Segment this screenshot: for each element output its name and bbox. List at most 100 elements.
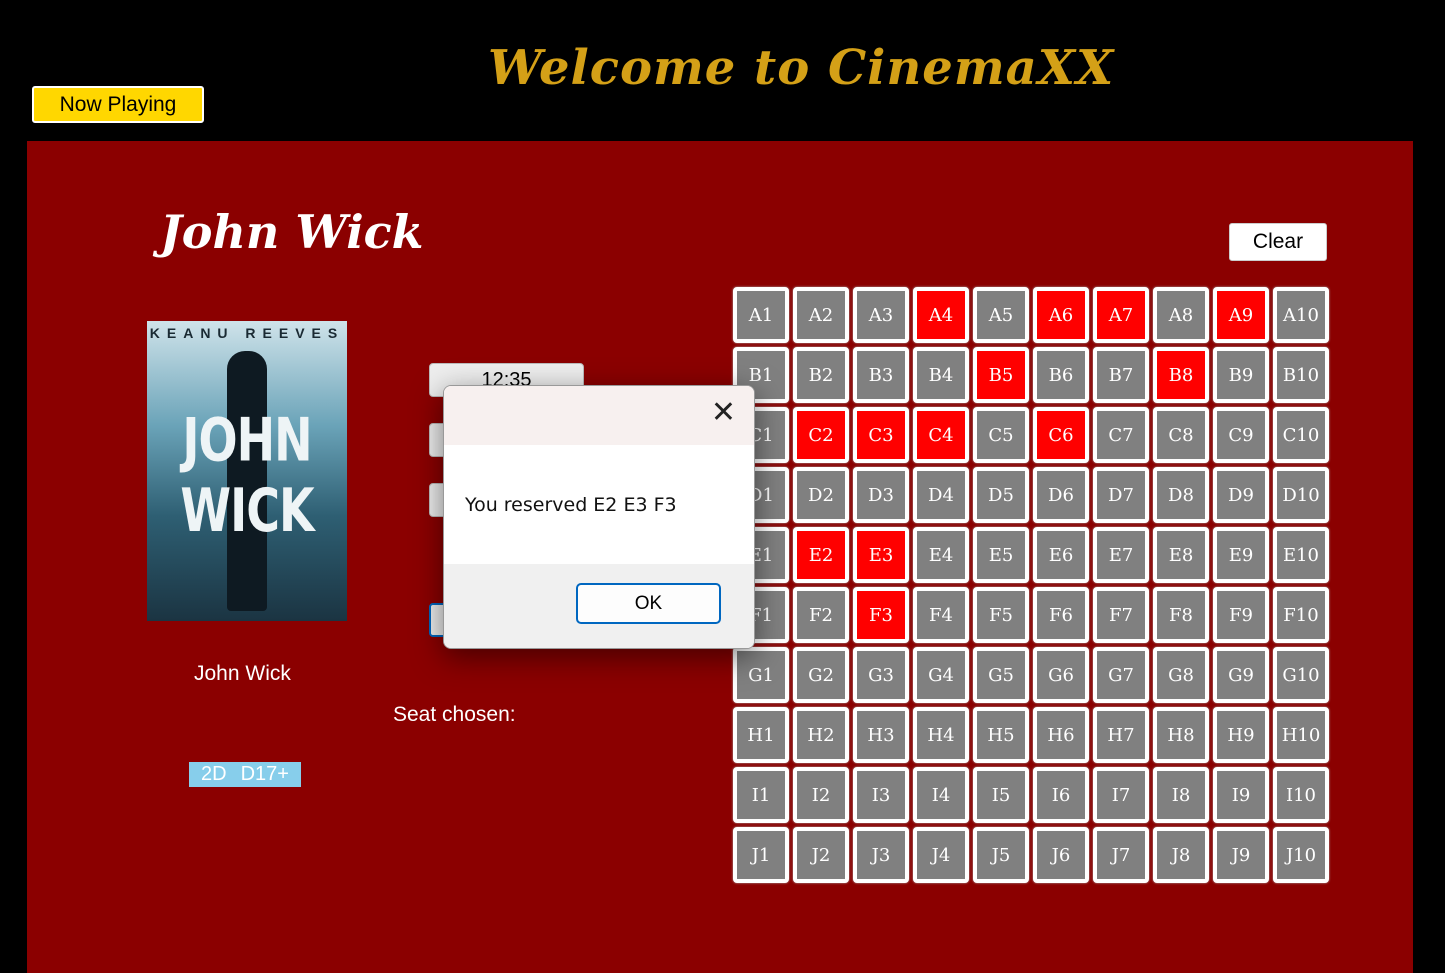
seat-C2[interactable]: C2: [793, 407, 849, 463]
seat-J10[interactable]: J10: [1273, 827, 1329, 883]
seat-F9[interactable]: F9: [1213, 587, 1269, 643]
seat-D9[interactable]: D9: [1213, 467, 1269, 523]
seat-E6[interactable]: E6: [1033, 527, 1089, 583]
seat-H6[interactable]: H6: [1033, 707, 1089, 763]
seat-A2[interactable]: A2: [793, 287, 849, 343]
seat-H9[interactable]: H9: [1213, 707, 1269, 763]
seat-J2[interactable]: J2: [793, 827, 849, 883]
seat-E2[interactable]: E2: [793, 527, 849, 583]
seat-I5[interactable]: I5: [973, 767, 1029, 823]
seat-H3[interactable]: H3: [853, 707, 909, 763]
seat-H1[interactable]: H1: [733, 707, 789, 763]
seat-A8[interactable]: A8: [1153, 287, 1209, 343]
seat-I4[interactable]: I4: [913, 767, 969, 823]
seat-G1[interactable]: G1: [733, 647, 789, 703]
seat-C10[interactable]: C10: [1273, 407, 1329, 463]
seat-C9[interactable]: C9: [1213, 407, 1269, 463]
seat-A10[interactable]: A10: [1273, 287, 1329, 343]
seat-F6[interactable]: F6: [1033, 587, 1089, 643]
seat-A7[interactable]: A7: [1093, 287, 1149, 343]
seat-C5[interactable]: C5: [973, 407, 1029, 463]
seat-D4[interactable]: D4: [913, 467, 969, 523]
seat-I2[interactable]: I2: [793, 767, 849, 823]
seat-J4[interactable]: J4: [913, 827, 969, 883]
seat-C8[interactable]: C8: [1153, 407, 1209, 463]
seat-B6[interactable]: B6: [1033, 347, 1089, 403]
seat-J8[interactable]: J8: [1153, 827, 1209, 883]
seat-I1[interactable]: I1: [733, 767, 789, 823]
seat-A6[interactable]: A6: [1033, 287, 1089, 343]
seat-H2[interactable]: H2: [793, 707, 849, 763]
seat-A5[interactable]: A5: [973, 287, 1029, 343]
seat-F8[interactable]: F8: [1153, 587, 1209, 643]
seat-G9[interactable]: G9: [1213, 647, 1269, 703]
seat-F2[interactable]: F2: [793, 587, 849, 643]
ok-button[interactable]: OK: [576, 583, 721, 624]
seat-J1[interactable]: J1: [733, 827, 789, 883]
seat-E7[interactable]: E7: [1093, 527, 1149, 583]
seat-C3[interactable]: C3: [853, 407, 909, 463]
seat-H10[interactable]: H10: [1273, 707, 1329, 763]
seat-G3[interactable]: G3: [853, 647, 909, 703]
seat-I7[interactable]: I7: [1093, 767, 1149, 823]
seat-B7[interactable]: B7: [1093, 347, 1149, 403]
seat-D2[interactable]: D2: [793, 467, 849, 523]
seat-I6[interactable]: I6: [1033, 767, 1089, 823]
seat-E8[interactable]: E8: [1153, 527, 1209, 583]
seat-D8[interactable]: D8: [1153, 467, 1209, 523]
seat-J5[interactable]: J5: [973, 827, 1029, 883]
seat-F3[interactable]: F3: [853, 587, 909, 643]
seat-H7[interactable]: H7: [1093, 707, 1149, 763]
seat-D7[interactable]: D7: [1093, 467, 1149, 523]
seat-C4[interactable]: C4: [913, 407, 969, 463]
seat-D6[interactable]: D6: [1033, 467, 1089, 523]
seat-G2[interactable]: G2: [793, 647, 849, 703]
seat-J9[interactable]: J9: [1213, 827, 1269, 883]
seat-D3[interactable]: D3: [853, 467, 909, 523]
close-icon[interactable]: ✕: [711, 398, 736, 428]
seat-G4[interactable]: G4: [913, 647, 969, 703]
seat-G10[interactable]: G10: [1273, 647, 1329, 703]
seat-H8[interactable]: H8: [1153, 707, 1209, 763]
seat-B4[interactable]: B4: [913, 347, 969, 403]
seat-B2[interactable]: B2: [793, 347, 849, 403]
seat-G5[interactable]: G5: [973, 647, 1029, 703]
seat-B9[interactable]: B9: [1213, 347, 1269, 403]
seat-F10[interactable]: F10: [1273, 587, 1329, 643]
seat-J6[interactable]: J6: [1033, 827, 1089, 883]
seat-E3[interactable]: E3: [853, 527, 909, 583]
seat-A1[interactable]: A1: [733, 287, 789, 343]
seat-C6[interactable]: C6: [1033, 407, 1089, 463]
clear-button[interactable]: Clear: [1229, 223, 1327, 261]
poster-title: JOHN WICK: [180, 404, 314, 546]
seat-I9[interactable]: I9: [1213, 767, 1269, 823]
seat-I3[interactable]: I3: [853, 767, 909, 823]
seat-G6[interactable]: G6: [1033, 647, 1089, 703]
seat-F7[interactable]: F7: [1093, 587, 1149, 643]
seat-I8[interactable]: I8: [1153, 767, 1209, 823]
seat-D5[interactable]: D5: [973, 467, 1029, 523]
seat-A4[interactable]: A4: [913, 287, 969, 343]
seat-C7[interactable]: C7: [1093, 407, 1149, 463]
seat-F5[interactable]: F5: [973, 587, 1029, 643]
seat-B3[interactable]: B3: [853, 347, 909, 403]
seat-G8[interactable]: G8: [1153, 647, 1209, 703]
seat-I10[interactable]: I10: [1273, 767, 1329, 823]
seat-D10[interactable]: D10: [1273, 467, 1329, 523]
seat-H4[interactable]: H4: [913, 707, 969, 763]
seat-F4[interactable]: F4: [913, 587, 969, 643]
seat-E10[interactable]: E10: [1273, 527, 1329, 583]
seat-B5[interactable]: B5: [973, 347, 1029, 403]
seat-E9[interactable]: E9: [1213, 527, 1269, 583]
seat-B10[interactable]: B10: [1273, 347, 1329, 403]
seat-J7[interactable]: J7: [1093, 827, 1149, 883]
seat-H5[interactable]: H5: [973, 707, 1029, 763]
seat-G7[interactable]: G7: [1093, 647, 1149, 703]
seat-E5[interactable]: E5: [973, 527, 1029, 583]
seat-E4[interactable]: E4: [913, 527, 969, 583]
seat-J3[interactable]: J3: [853, 827, 909, 883]
seat-A3[interactable]: A3: [853, 287, 909, 343]
seat-A9[interactable]: A9: [1213, 287, 1269, 343]
now-playing-button[interactable]: Now Playing: [32, 86, 204, 123]
seat-B8[interactable]: B8: [1153, 347, 1209, 403]
